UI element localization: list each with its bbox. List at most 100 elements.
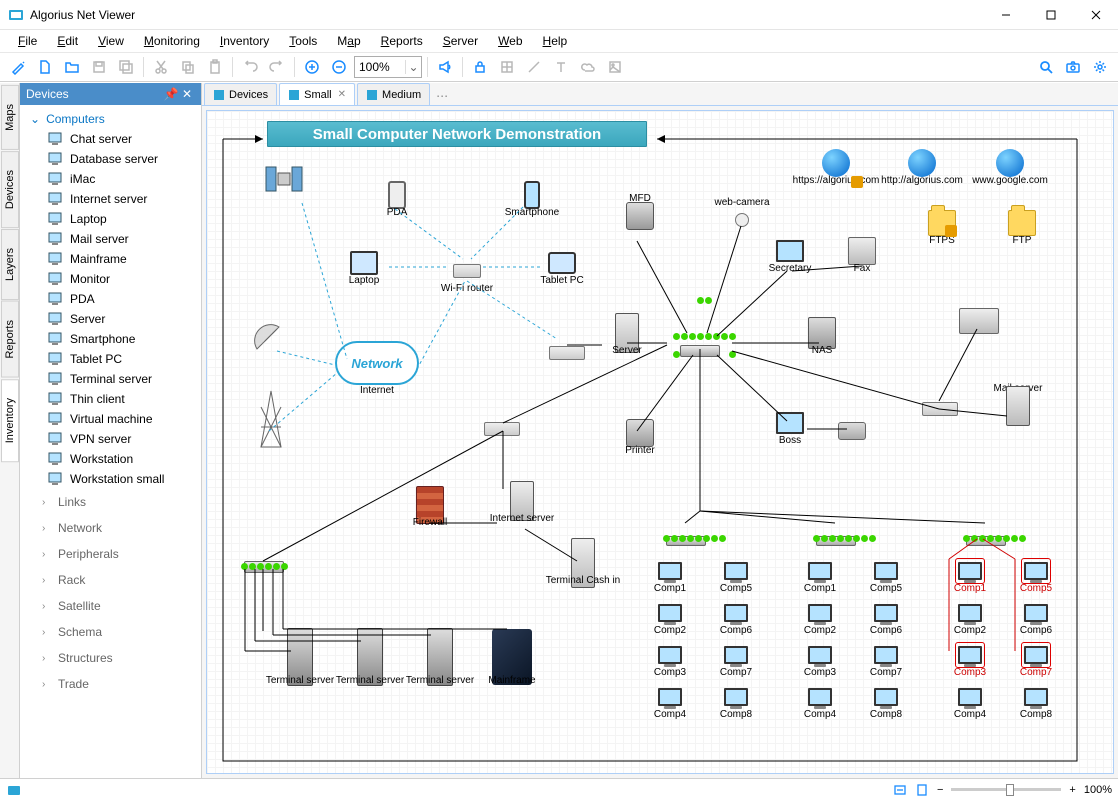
slider-thumb[interactable] [1006,784,1014,796]
node-computer[interactable]: Comp6 [711,601,761,636]
node-computer[interactable]: Comp7 [1011,643,1061,678]
node-boss[interactable]: Boss [765,411,815,446]
folder-ftp[interactable]: FTP [997,211,1047,246]
wizard-button[interactable] [6,55,30,79]
tree-item[interactable]: VPN server [20,429,201,449]
save-button[interactable] [87,55,111,79]
tree-group[interactable]: ›Peripherals [20,541,201,567]
tree-group[interactable]: ›Satellite [20,593,201,619]
close-button[interactable] [1073,0,1118,30]
node-computer[interactable]: Comp8 [711,685,761,720]
node-switch-g1[interactable] [651,523,721,559]
menu-server[interactable]: Server [433,31,488,51]
web-link[interactable]: http://algorius.com [897,151,947,186]
node-computer[interactable]: Comp4 [795,685,845,720]
tree-item[interactable]: Virtual machine [20,409,201,429]
tab-devices[interactable]: Devices [204,83,277,105]
node-computer[interactable]: Comp8 [861,685,911,720]
vtab-layers[interactable]: Layers [1,229,19,300]
node-smartphone[interactable]: Smartphone [507,183,557,218]
node-switch-g2[interactable] [801,523,871,559]
zoom-minus[interactable]: − [937,784,943,796]
zoom-input[interactable] [355,60,405,74]
node-secretary[interactable]: Secretary [765,239,815,274]
node-computer[interactable]: Comp3 [645,643,695,678]
node-phone[interactable] [827,419,877,443]
zoom-out-button[interactable] [327,55,351,79]
image-tool-button[interactable] [603,55,627,79]
node-computer[interactable]: Comp4 [945,685,995,720]
menu-file[interactable]: File [8,31,47,51]
tree-item[interactable]: Mainframe [20,249,201,269]
tree-item[interactable]: Terminal server [20,369,201,389]
node-server[interactable]: Server [602,321,652,356]
tree-group[interactable]: ›Network [20,515,201,541]
tree-item[interactable]: Monitor [20,269,201,289]
fit-width-icon[interactable] [893,783,907,797]
device-tree[interactable]: ⌄ Computers Chat serverDatabase serveriM… [20,105,201,778]
node-internet-server[interactable]: Internet server [497,489,547,524]
node-fax[interactable]: Fax [837,239,887,274]
close-panel-icon[interactable]: ✕ [179,86,195,102]
node-nas[interactable]: NAS [797,321,847,356]
tree-group[interactable]: ›Links [20,489,201,515]
lock-button[interactable] [468,55,492,79]
folder-ftps[interactable]: FTPS [917,211,967,246]
node-satellite[interactable] [252,161,316,197]
tree-item[interactable]: Workstation [20,449,201,469]
node-firewall[interactable]: Firewall [405,493,455,528]
menu-help[interactable]: Help [533,31,578,51]
vtab-inventory[interactable]: Inventory [1,379,19,462]
node-wifi-router[interactable]: Wi-Fi router [442,259,492,294]
tree-group-computers[interactable]: ⌄ Computers [20,109,201,129]
node-computer[interactable]: Comp6 [861,601,911,636]
menu-map[interactable]: Map [327,31,370,51]
node-computer[interactable]: Comp5 [711,559,761,594]
vtab-reports[interactable]: Reports [1,301,19,378]
node-terminal-server[interactable]: Terminal server [265,639,335,686]
tree-item[interactable]: Smartphone [20,329,201,349]
search-button[interactable] [1034,55,1058,79]
tree-group[interactable]: ›Rack [20,567,201,593]
node-computer[interactable]: Comp5 [1011,559,1061,594]
zoom-combo[interactable]: ⌄ [354,56,422,78]
node-switch-g3[interactable] [951,523,1021,559]
tree-item[interactable]: Laptop [20,209,201,229]
node-computer[interactable]: Comp3 [795,643,845,678]
pin-icon[interactable]: 📌 [163,86,179,102]
new-button[interactable] [33,55,57,79]
tree-item[interactable]: Internet server [20,189,201,209]
node-mainframe[interactable]: Mainframe [477,639,547,686]
node-webcam[interactable]: web-camera [717,197,767,232]
tree-item[interactable]: Thin client [20,389,201,409]
node-dish[interactable] [237,321,301,357]
tree-item[interactable]: Tablet PC [20,349,201,369]
paste-button[interactable] [203,55,227,79]
menu-view[interactable]: View [88,31,134,51]
zoom-plus[interactable]: + [1069,784,1075,796]
grid-button[interactable] [495,55,519,79]
tab-medium[interactable]: Medium [357,83,430,105]
node-laptop[interactable]: Laptop [339,251,389,286]
text-tool-button[interactable] [549,55,573,79]
close-tab-icon[interactable]: ✕ [338,89,346,100]
tree-group[interactable]: ›Trade [20,671,201,697]
node-modem[interactable] [537,335,597,371]
open-button[interactable] [60,55,84,79]
node-computer[interactable]: Comp8 [1011,685,1061,720]
tree-item[interactable]: iMac [20,169,201,189]
tree-group[interactable]: ›Structures [20,645,201,671]
vtab-devices[interactable]: Devices [1,151,19,228]
node-computer[interactable]: Comp7 [711,643,761,678]
tab-small[interactable]: Small✕ [279,83,355,105]
vtab-maps[interactable]: Maps [1,85,19,150]
node-terminal-server[interactable]: Terminal server [405,639,475,686]
tree-item[interactable]: Server [20,309,201,329]
node-pda[interactable]: PDA [372,183,422,218]
maximize-button[interactable] [1028,0,1073,30]
node-internet-cloud[interactable]: NetworkInternet [327,341,427,396]
node-computer[interactable]: Comp5 [861,559,911,594]
screenshot-button[interactable] [1061,55,1085,79]
zoom-in-button[interactable] [300,55,324,79]
node-computer[interactable]: Comp4 [645,685,695,720]
